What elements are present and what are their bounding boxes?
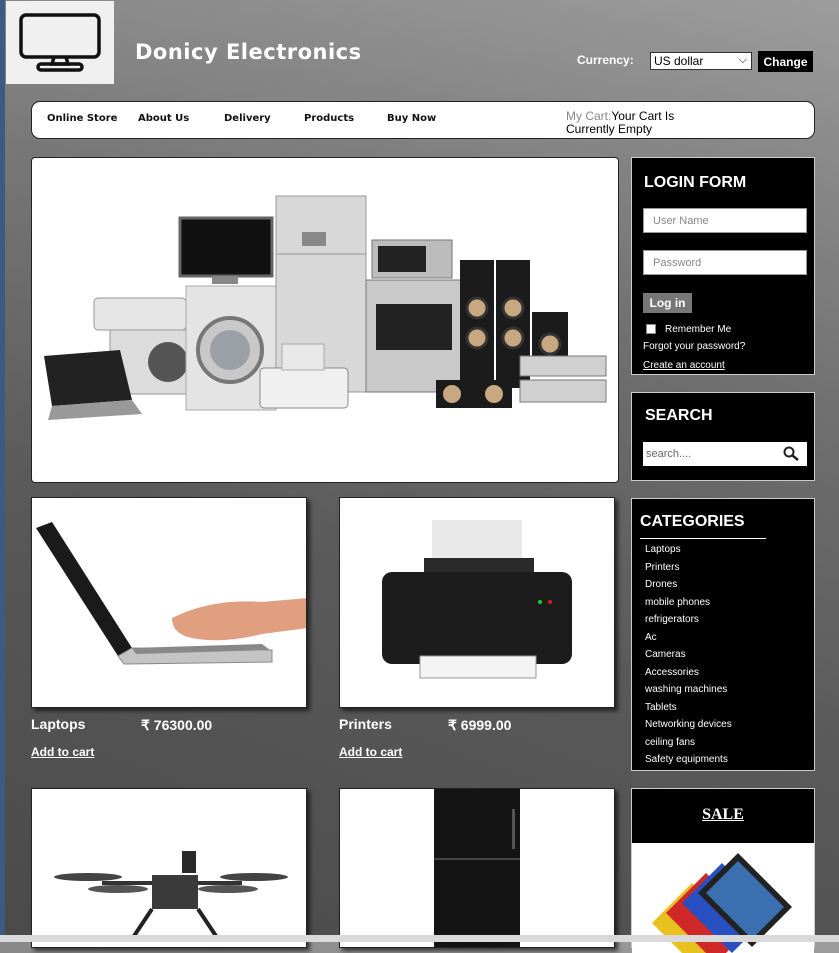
category-ceiling-fans[interactable]: ceiling fans — [645, 734, 732, 752]
category-drones[interactable]: Drones — [645, 576, 732, 594]
add-to-cart-printers[interactable]: Add to cart — [339, 745, 402, 759]
sale-panel[interactable]: SALE — [631, 788, 815, 953]
category-ac[interactable]: Ac — [645, 629, 732, 647]
site-logo[interactable] — [6, 1, 114, 84]
category-mobile-phones[interactable]: mobile phones — [645, 594, 732, 612]
nav-online-store[interactable]: Online Store — [47, 113, 117, 124]
product-name-laptops: Laptops — [31, 716, 86, 732]
category-cameras[interactable]: Cameras — [645, 646, 732, 664]
product-image-laptops[interactable] — [31, 497, 307, 708]
chevron-down-icon: ⌵ — [738, 54, 747, 66]
category-accessories[interactable]: Accessories — [645, 664, 732, 682]
search-panel: SEARCH search.... — [631, 392, 815, 481]
search-input[interactable]: search.... — [643, 442, 807, 466]
product-image-refrigerators[interactable] — [339, 788, 615, 948]
forgot-password-link[interactable]: Forgot your password? — [643, 341, 745, 352]
add-to-cart-laptops[interactable]: Add to cart — [31, 745, 94, 759]
search-placeholder: search.... — [646, 448, 692, 460]
nav-delivery[interactable]: Delivery — [224, 113, 271, 124]
category-printers[interactable]: Printers — [645, 559, 732, 577]
window-edge — [0, 0, 5, 942]
nav-products[interactable]: Products — [304, 113, 354, 124]
sale-header: SALE — [632, 789, 814, 843]
currency-select[interactable]: US dollar ⌵ — [650, 52, 752, 70]
hero-banner-image — [31, 157, 619, 483]
sale-title[interactable]: SALE — [702, 806, 744, 823]
monitor-icon — [19, 12, 101, 72]
categories-list: Laptops Printers Drones mobile phones re… — [645, 541, 732, 769]
remember-label: Remember Me — [665, 324, 732, 335]
categories-title: CATEGORIES — [640, 513, 745, 530]
categories-panel: CATEGORIES Laptops Printers Drones mobil… — [631, 498, 815, 771]
product-name-printers: Printers — [339, 716, 392, 732]
password-input[interactable]: Password — [643, 250, 807, 275]
site-title: Donicy Electronics — [135, 40, 362, 64]
category-safety-equipments[interactable]: Safety equipments — [645, 751, 732, 769]
category-refrigerators[interactable]: refrigerators — [645, 611, 732, 629]
product-image-drones[interactable] — [31, 788, 307, 948]
nav-about-us[interactable]: About Us — [138, 113, 189, 124]
create-account-link[interactable]: Create an account — [643, 360, 725, 371]
categories-divider — [640, 538, 766, 539]
nav-buy-now[interactable]: Buy Now — [387, 113, 436, 124]
category-tablets[interactable]: Tablets — [645, 699, 732, 717]
search-icon[interactable] — [783, 446, 799, 462]
remember-checkbox[interactable] — [646, 324, 656, 335]
cart-label: My Cart: — [566, 109, 612, 123]
login-button[interactable]: Log in — [643, 293, 692, 313]
cart-summary[interactable]: My Cart:Your Cart Is Currently Empty — [566, 110, 716, 136]
category-networking-devices[interactable]: Networking devices — [645, 716, 732, 734]
category-laptops[interactable]: Laptops — [645, 541, 732, 559]
username-input[interactable]: User Name — [643, 208, 807, 233]
product-price-printers: ₹ 6999.00 — [448, 717, 512, 733]
currency-label: Currency: — [577, 53, 634, 67]
search-title: SEARCH — [645, 407, 713, 424]
category-washing-machines[interactable]: washing machines — [645, 681, 732, 699]
change-currency-button[interactable]: Change — [758, 51, 813, 72]
login-panel: LOGIN FORM User Name Password Log in Rem… — [631, 157, 815, 375]
horizontal-scrollbar[interactable] — [0, 935, 839, 942]
currency-value: US dollar — [654, 54, 704, 68]
login-title: LOGIN FORM — [644, 174, 747, 191]
product-price-laptops: ₹ 76300.00 — [141, 717, 213, 733]
main-navbar: Online Store About Us Delivery Products … — [31, 101, 815, 139]
product-image-printers[interactable] — [339, 497, 615, 708]
remember-me[interactable]: Remember Me — [646, 324, 731, 335]
